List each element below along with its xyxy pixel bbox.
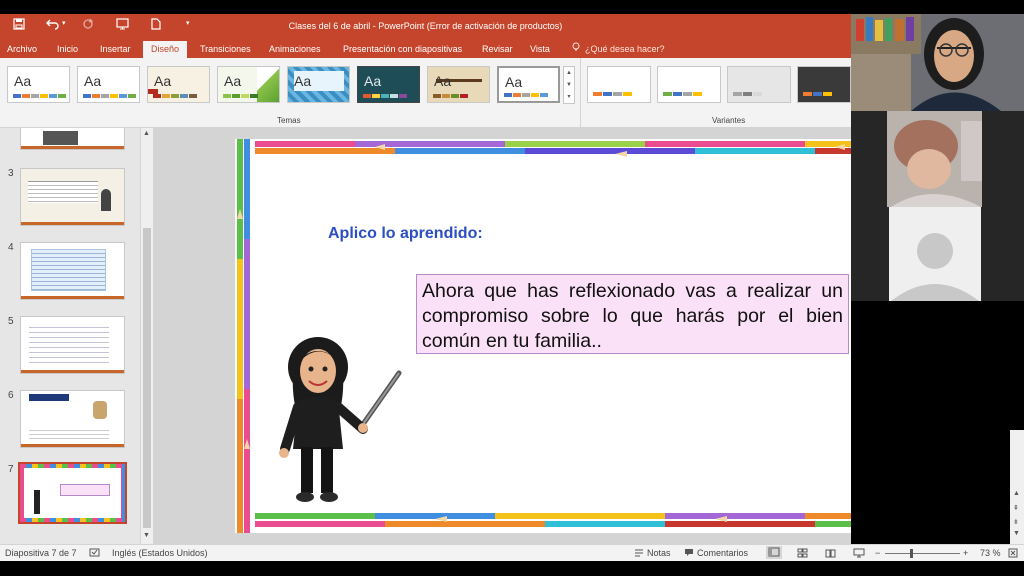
scroll-thumb[interactable] xyxy=(143,228,151,528)
window-title: Clases del 6 de abril - PowerPoint (Erro… xyxy=(288,21,563,31)
slide-thumbnail-5[interactable] xyxy=(20,316,125,374)
zoom-level[interactable]: 73 % xyxy=(980,548,1001,558)
zoom-out-button[interactable]: − xyxy=(875,548,880,558)
lightbulb-icon xyxy=(572,42,580,58)
editor-scrollbar[interactable]: ▲ ⇞ ⇟ ▼ xyxy=(1010,430,1024,544)
scroll-up-icon[interactable]: ▲ xyxy=(143,130,150,137)
student-video-frame xyxy=(851,111,1024,207)
tell-me-search[interactable]: ¿Qué desea hacer? xyxy=(585,42,665,58)
variant-2[interactable] xyxy=(657,66,721,103)
group-divider xyxy=(580,58,581,128)
slide-number: 4 xyxy=(8,242,14,253)
scroll-up-icon[interactable]: ▲ xyxy=(1013,490,1020,497)
tab-transiciones[interactable]: Transiciones xyxy=(200,42,251,58)
theme-5[interactable]: Aa xyxy=(287,66,350,103)
teacher-video-frame xyxy=(851,14,1024,111)
reading-view-icon[interactable] xyxy=(825,548,836,560)
theme-sample-text: Aa xyxy=(364,73,382,89)
tab-inicio[interactable]: Inicio xyxy=(57,42,78,58)
theme-3[interactable]: Aa xyxy=(147,66,210,103)
spellcheck-icon[interactable] xyxy=(89,548,100,560)
webcam-teacher xyxy=(851,14,1024,111)
variants-group-label: Variantes xyxy=(712,116,746,125)
slide-number: 7 xyxy=(8,464,14,475)
avatar-placeholder-frame xyxy=(851,207,1024,301)
slide-thumbnail-6[interactable] xyxy=(20,390,125,448)
title-bar: ▾ ▾ Clases del 6 de abril - PowerPoint (… xyxy=(0,14,851,40)
theme-sample-text: Aa xyxy=(505,74,523,90)
notes-button[interactable]: Notas xyxy=(647,548,671,558)
tab-presentacion[interactable]: Presentación con diapositivas xyxy=(343,42,462,58)
theme-4[interactable]: Aa xyxy=(217,66,280,103)
tab-vista[interactable]: Vista xyxy=(530,42,550,58)
notes-icon[interactable] xyxy=(634,548,644,559)
tab-archivo[interactable]: Archivo xyxy=(7,42,37,58)
slide-body-text: Ahora que has reflexionado vas a realiza… xyxy=(422,280,843,352)
tab-revisar[interactable]: Revisar xyxy=(482,42,513,58)
zoom-slider[interactable] xyxy=(885,553,960,554)
variant-4[interactable] xyxy=(797,66,851,103)
scroll-down-icon[interactable]: ▼ xyxy=(1013,530,1020,537)
theme-sample-text: Aa xyxy=(14,73,32,89)
theme-office[interactable]: Aa xyxy=(7,66,70,103)
theme-gallery-scroll[interactable]: ▲ ▼ ▾ xyxy=(563,66,575,104)
status-bar: Diapositiva 7 de 7 Inglés (Estados Unido… xyxy=(0,544,1024,561)
slide-thumbnail-7[interactable] xyxy=(18,462,127,524)
next-slide-icon[interactable]: ⇟ xyxy=(1013,518,1019,526)
zoom-in-button[interactable]: + xyxy=(963,548,968,558)
avatar-icon xyxy=(917,233,953,269)
webcam-student-2 xyxy=(851,207,1024,301)
slide-heading[interactable]: Aplico lo aprendido: xyxy=(328,225,483,243)
current-slide[interactable]: Aplico lo aprendido: Ahora que has refle… xyxy=(235,139,851,533)
ribbon-tabs: Archivo Inicio Insertar Diseño Transicio… xyxy=(0,40,851,58)
theme-7[interactable]: Aa xyxy=(427,66,490,103)
slide-thumbnail-4[interactable] xyxy=(20,242,125,300)
slide-number: 5 xyxy=(8,316,14,327)
language-indicator[interactable]: Inglés (Estados Unidos) xyxy=(112,548,208,558)
theme-sample-text: Aa xyxy=(434,73,452,89)
slide-thumbnail-2[interactable] xyxy=(20,128,125,150)
theme-office-2[interactable]: Aa xyxy=(77,66,140,103)
comments-icon[interactable] xyxy=(684,548,694,559)
slide-number: 6 xyxy=(8,390,14,401)
tab-diseno[interactable]: Diseño xyxy=(143,41,188,58)
teacher-avatar-illustration[interactable] xyxy=(263,329,403,509)
theme-sample-text: Aa xyxy=(84,73,102,89)
slide-thumbnail-3[interactable] xyxy=(20,168,125,226)
theme-sample-text: Aa xyxy=(294,73,312,89)
previous-slide-icon[interactable]: ⇞ xyxy=(1013,504,1019,512)
theme-sample-text: Aa xyxy=(154,73,172,89)
design-ribbon: Aa Aa Aa Aa Aa Aa Aa Aa ▲ ▼ ▾ Temas Vari… xyxy=(0,58,851,128)
theme-sample-text: Aa xyxy=(224,73,242,89)
tab-animaciones[interactable]: Animaciones xyxy=(269,42,321,58)
slide-editor: Aplico lo aprendido: Ahora que has refle… xyxy=(153,128,851,544)
fit-to-window-icon[interactable] xyxy=(1008,548,1018,560)
comments-button[interactable]: Comentarios xyxy=(697,548,748,558)
scroll-down-icon[interactable]: ▼ xyxy=(143,532,150,539)
variant-1[interactable] xyxy=(587,66,651,103)
normal-view-icon[interactable] xyxy=(766,546,782,559)
variant-3[interactable] xyxy=(727,66,791,103)
thumbnails-scrollbar[interactable]: ▲ ▼ xyxy=(140,128,153,544)
zoom-slider-thumb[interactable] xyxy=(910,549,913,558)
slide-thumbnails-pane: 3 4 5 6 7 ▲ ▼ xyxy=(0,128,153,544)
theme-6[interactable]: Aa xyxy=(357,66,420,103)
slide-number: 3 xyxy=(8,168,14,179)
slideshow-icon[interactable] xyxy=(853,548,865,560)
theme-8[interactable]: Aa xyxy=(497,66,560,103)
slide-counter: Diapositiva 7 de 7 xyxy=(5,548,77,558)
slide-textbox[interactable]: Ahora que has reflexionado vas a realiza… xyxy=(416,274,849,354)
tab-insertar[interactable]: Insertar xyxy=(100,42,131,58)
themes-group-label: Temas xyxy=(277,116,301,125)
webcam-student-1 xyxy=(851,111,1024,207)
slide-sorter-icon[interactable] xyxy=(797,548,808,560)
